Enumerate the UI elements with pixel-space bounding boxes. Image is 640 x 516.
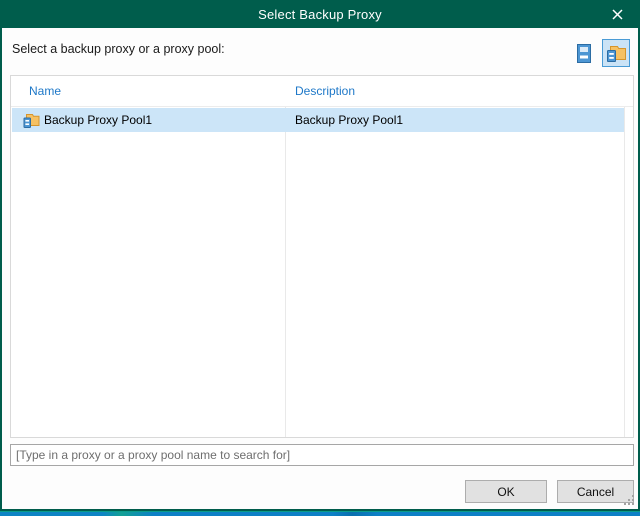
server-icon <box>577 44 591 63</box>
proxy-pool-icon <box>23 113 40 128</box>
close-button[interactable] <box>600 0 634 28</box>
view-toolbar <box>570 38 630 68</box>
titlebar[interactable]: Select Backup Proxy <box>0 0 640 28</box>
row-description-cell: Backup Proxy Pool1 <box>285 113 403 127</box>
proxy-pool-icon <box>606 44 626 62</box>
proxy-list-panel: Name Description Backup Proxy Pool1 Back… <box>10 75 634 438</box>
resize-grip[interactable] <box>622 493 634 505</box>
row-name-cell: Backup Proxy Pool1 <box>12 113 285 128</box>
instruction-label: Select a backup proxy or a proxy pool: <box>12 42 225 56</box>
column-divider <box>624 76 625 437</box>
column-header-name[interactable]: Name <box>11 76 285 106</box>
select-backup-proxy-dialog: Select Backup Proxy Select a backup prox… <box>0 0 640 511</box>
window-title: Select Backup Proxy <box>258 7 382 22</box>
proxies-view-button[interactable] <box>570 39 598 67</box>
row-name-label: Backup Proxy Pool1 <box>44 113 152 127</box>
ok-button[interactable]: OK <box>465 480 547 503</box>
proxy-pools-view-button[interactable] <box>602 39 630 67</box>
close-icon <box>612 9 623 20</box>
table-row[interactable]: Backup Proxy Pool1 Backup Proxy Pool1 <box>12 108 624 132</box>
search-input[interactable] <box>10 444 634 466</box>
background-window-strip <box>0 511 640 516</box>
column-header-description[interactable]: Description <box>285 76 355 106</box>
table-header: Name Description <box>11 76 633 107</box>
